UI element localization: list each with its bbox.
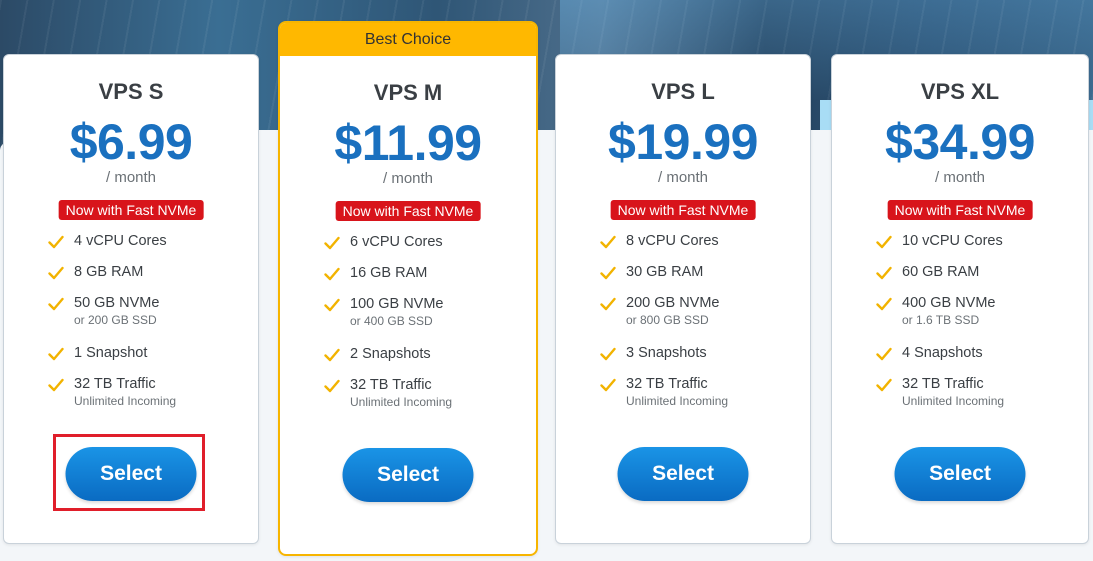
plan-card-vps-m: Best Choice VPS M $11.99 / month Now wit… [278,21,538,556]
check-icon [324,298,340,312]
check-icon [600,378,616,392]
check-icon [600,266,616,280]
feature-subtext: Unlimited Incoming [902,394,1005,408]
check-icon [600,297,616,311]
check-icon [876,235,892,249]
plan-card-vps-xl: VPS XL $34.99 / month Now with Fast NVMe… [831,54,1089,544]
nvme-badge: Now with Fast NVMe [610,200,756,220]
plan-price: $19.99 [608,114,758,170]
feature-text: 2 Snapshots [350,346,431,362]
check-icon [324,379,340,393]
plan-name: VPS L [651,79,715,104]
nvme-badge: Now with Fast NVMe [335,201,481,221]
check-icon [876,297,892,311]
feature-text: 3 Snapshots [626,345,707,361]
plan-period: / month [934,169,986,186]
check-icon [324,236,340,250]
nvme-badge: Now with Fast NVMe [58,200,204,220]
feature-subtext: Unlimited Incoming [626,394,729,408]
select-button-vps-l[interactable]: Select [617,447,749,501]
feature-text: 32 TB Traffic [626,376,708,392]
feature-subtext: or 400 GB SSD [350,314,433,328]
feature-text: 32 TB Traffic [350,377,432,393]
feature-text: 200 GB NVMe [626,295,720,311]
check-icon [48,347,64,361]
plan-period: / month [657,169,709,186]
feature-text: 60 GB RAM [902,264,980,280]
plan-price: $11.99 [334,115,482,171]
check-icon [600,235,616,249]
feature-text: 4 vCPU Cores [74,233,167,249]
check-icon [48,378,64,392]
plan-name: VPS XL [920,79,1000,104]
check-icon [48,297,64,311]
select-button-vps-m[interactable]: Select [342,448,474,502]
best-choice-ribbon: Best Choice [280,23,536,56]
nvme-badge: Now with Fast NVMe [887,200,1033,220]
feature-text: 4 Snapshots [902,345,983,361]
feature-text: 6 vCPU Cores [350,234,443,250]
feature-subtext: Unlimited Incoming [350,395,453,409]
plan-name: VPS S [98,79,164,104]
feature-text: 32 TB Traffic [74,376,156,392]
feature-text: 100 GB NVMe [350,296,444,312]
feature-subtext: or 1.6 TB SSD [902,313,980,327]
plan-name: VPS M [373,80,443,105]
feature-subtext: Unlimited Incoming [74,394,177,408]
select-button-vps-xl[interactable]: Select [894,447,1026,501]
plan-period: / month [105,169,157,186]
check-icon [876,347,892,361]
check-icon [324,267,340,281]
feature-subtext: or 200 GB SSD [74,313,157,327]
feature-text: 1 Snapshot [74,345,148,361]
feature-text: 32 TB Traffic [902,376,984,392]
feature-text: 10 vCPU Cores [902,233,1003,249]
feature-text: 8 GB RAM [74,264,144,280]
feature-text: 8 vCPU Cores [626,233,719,249]
feature-text: 400 GB NVMe [902,295,996,311]
plan-price: $6.99 [69,114,193,170]
check-icon [48,235,64,249]
check-icon [600,347,616,361]
selection-highlight [53,434,205,511]
feature-text: 16 GB RAM [350,265,428,281]
check-icon [876,266,892,280]
feature-subtext: or 800 GB SSD [626,313,709,327]
check-icon [324,348,340,362]
check-icon [876,378,892,392]
feature-text: 30 GB RAM [626,264,704,280]
plan-price: $34.99 [885,114,1035,170]
check-icon [48,266,64,280]
feature-text: 50 GB NVMe [74,295,160,311]
plan-period: / month [382,170,434,187]
plan-card-vps-l: VPS L $19.99 / month Now with Fast NVMe … [555,54,811,544]
